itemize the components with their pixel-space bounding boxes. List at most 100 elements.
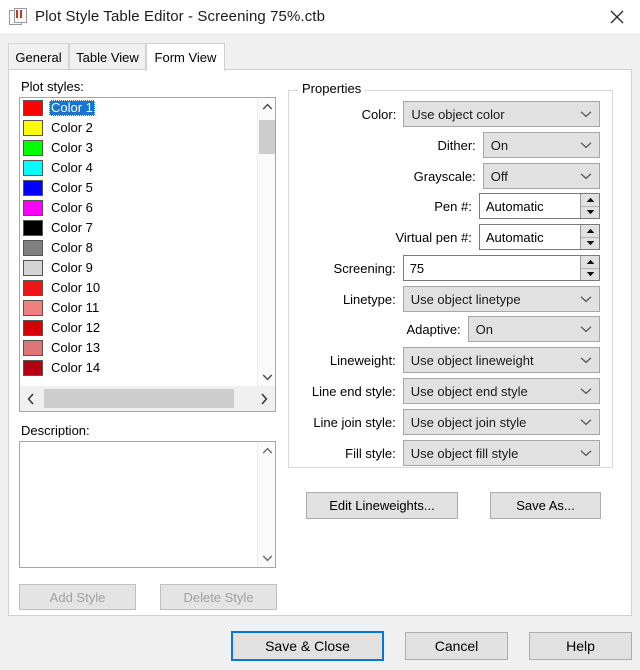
plot-styles-horizontal-scrollbar[interactable]	[20, 386, 275, 411]
save-and-close-button[interactable]: Save & Close	[231, 631, 384, 661]
line-end-style-value: Use object end style	[404, 384, 528, 399]
triangle-down-icon[interactable]	[581, 207, 599, 219]
fill-style-label: Fill style:	[300, 446, 403, 461]
plot-style-name: Color 12	[49, 320, 102, 336]
screening-label: Screening:	[300, 261, 403, 276]
window-title: Plot Style Table Editor - Screening 75%.…	[35, 8, 325, 25]
scroll-right-button[interactable]	[253, 386, 275, 411]
adaptive-dropdown[interactable]: On	[468, 316, 600, 342]
plot-style-item[interactable]: Color 9	[20, 258, 257, 278]
scroll-down-button[interactable]	[258, 368, 276, 386]
plot-style-color-swatch	[23, 160, 43, 176]
plot-style-name: Color 10	[49, 280, 102, 296]
fill-style-dropdown[interactable]: Use object fill style	[403, 440, 600, 466]
property-row-dither: Dither: On	[300, 132, 600, 158]
cancel-button[interactable]: Cancel	[405, 632, 508, 660]
plot-style-item[interactable]: Color 12	[20, 318, 257, 338]
fill-style-value: Use object fill style	[404, 446, 519, 461]
plot-styles-vertical-scrollbar[interactable]	[257, 98, 275, 386]
edit-lineweights-label: Edit Lineweights...	[329, 498, 435, 513]
plot-style-item[interactable]: Color 4	[20, 158, 257, 178]
plot-style-color-swatch	[23, 140, 43, 156]
description-vertical-scrollbar[interactable]	[257, 442, 275, 567]
cancel-label: Cancel	[435, 638, 479, 654]
virtual-pen-number-stepper[interactable]: Automatic	[479, 224, 600, 250]
plot-style-name: Color 3	[49, 140, 95, 156]
triangle-down-icon[interactable]	[581, 238, 599, 250]
add-style-button[interactable]: Add Style	[19, 584, 136, 610]
plot-style-color-swatch	[23, 340, 43, 356]
chevron-down-icon	[580, 141, 592, 149]
property-row-virtual-pen: Virtual pen #: Automatic	[300, 224, 600, 250]
scroll-down-button[interactable]	[258, 549, 276, 567]
chevron-down-icon	[580, 172, 592, 180]
tab-table-view[interactable]: Table View	[69, 43, 146, 70]
scroll-up-button[interactable]	[258, 98, 276, 116]
screening-spin-buttons	[580, 256, 599, 280]
plot-style-name: Color 4	[49, 160, 95, 176]
screening-stepper[interactable]: 75	[403, 255, 600, 281]
property-row-linetype: Linetype: Use object linetype	[300, 286, 600, 312]
chevron-down-icon	[580, 387, 592, 395]
save-as-label: Save As...	[516, 498, 575, 513]
line-end-style-label: Line end style:	[300, 384, 403, 399]
adaptive-value: On	[469, 322, 493, 337]
chevron-down-icon	[580, 325, 592, 333]
plot-style-item[interactable]: Color 6	[20, 198, 257, 218]
add-style-label: Add Style	[50, 590, 106, 605]
grayscale-value: Off	[484, 169, 508, 184]
scrollbar-thumb[interactable]	[44, 389, 234, 408]
plot-style-name: Color 7	[49, 220, 95, 236]
plot-style-item[interactable]: Color 2	[20, 118, 257, 138]
plot-style-color-swatch	[23, 100, 43, 116]
save-as-button[interactable]: Save As...	[490, 492, 601, 519]
plot-style-item[interactable]: Color 5	[20, 178, 257, 198]
color-dropdown[interactable]: Use object color	[403, 101, 600, 127]
plot-style-item[interactable]: Color 14	[20, 358, 257, 378]
edit-lineweights-button[interactable]: Edit Lineweights...	[306, 492, 458, 519]
property-row-line-end-style: Line end style: Use object end style	[300, 378, 600, 404]
property-row-pen: Pen #: Automatic	[300, 193, 600, 219]
plot-styles-listbox[interactable]: Color 1Color 2 Color 3 Color 4 Color 5 Color…	[19, 97, 276, 412]
property-row-color: Color: Use object color	[300, 101, 600, 127]
plot-style-item[interactable]: Color 8	[20, 238, 257, 258]
plot-style-item[interactable]: Color 1	[20, 98, 257, 118]
plot-style-item[interactable]: Color 3	[20, 138, 257, 158]
linetype-dropdown[interactable]: Use object linetype	[403, 286, 600, 312]
plot-style-name: Color 14	[49, 360, 102, 376]
dither-dropdown[interactable]: On	[483, 132, 600, 158]
plot-style-item[interactable]: Color 13	[20, 338, 257, 358]
tab-form-view[interactable]: Form View	[146, 43, 225, 71]
pen-number-value: Automatic	[480, 199, 544, 214]
property-row-fill-style: Fill style: Use object fill style	[300, 440, 600, 466]
chevron-down-icon	[580, 449, 592, 457]
line-join-style-dropdown[interactable]: Use object join style	[403, 409, 600, 435]
scroll-left-button[interactable]	[20, 386, 42, 411]
line-end-style-dropdown[interactable]: Use object end style	[403, 378, 600, 404]
plot-style-name: Color 8	[49, 240, 95, 256]
plot-styles-list[interactable]: Color 1Color 2 Color 3 Color 4 Color 5 Color…	[20, 98, 257, 386]
plot-style-name: Color 6	[49, 200, 95, 216]
lineweight-value: Use object lineweight	[404, 353, 534, 368]
grayscale-dropdown[interactable]: Off	[483, 163, 600, 189]
lineweight-dropdown[interactable]: Use object lineweight	[403, 347, 600, 373]
line-join-style-label: Line join style:	[300, 415, 403, 430]
plot-style-item[interactable]: Color 7	[20, 218, 257, 238]
triangle-up-icon[interactable]	[581, 194, 599, 207]
plot-style-item[interactable]: Color 10	[20, 278, 257, 298]
plot-style-color-swatch	[23, 120, 43, 136]
close-icon[interactable]	[594, 0, 640, 33]
description-textarea[interactable]	[19, 441, 276, 568]
plot-style-color-swatch	[23, 360, 43, 376]
tab-general[interactable]: General	[8, 43, 69, 70]
scrollbar-thumb[interactable]	[259, 120, 275, 154]
plot-style-item[interactable]: Color 11	[20, 298, 257, 318]
delete-style-button[interactable]: Delete Style	[160, 584, 277, 610]
pen-number-stepper[interactable]: Automatic	[479, 193, 600, 219]
triangle-up-icon[interactable]	[581, 225, 599, 238]
help-button[interactable]: Help	[529, 632, 632, 660]
triangle-up-icon[interactable]	[581, 256, 599, 269]
scroll-up-button[interactable]	[258, 442, 276, 460]
chevron-down-icon	[580, 295, 592, 303]
triangle-down-icon[interactable]	[581, 269, 599, 281]
